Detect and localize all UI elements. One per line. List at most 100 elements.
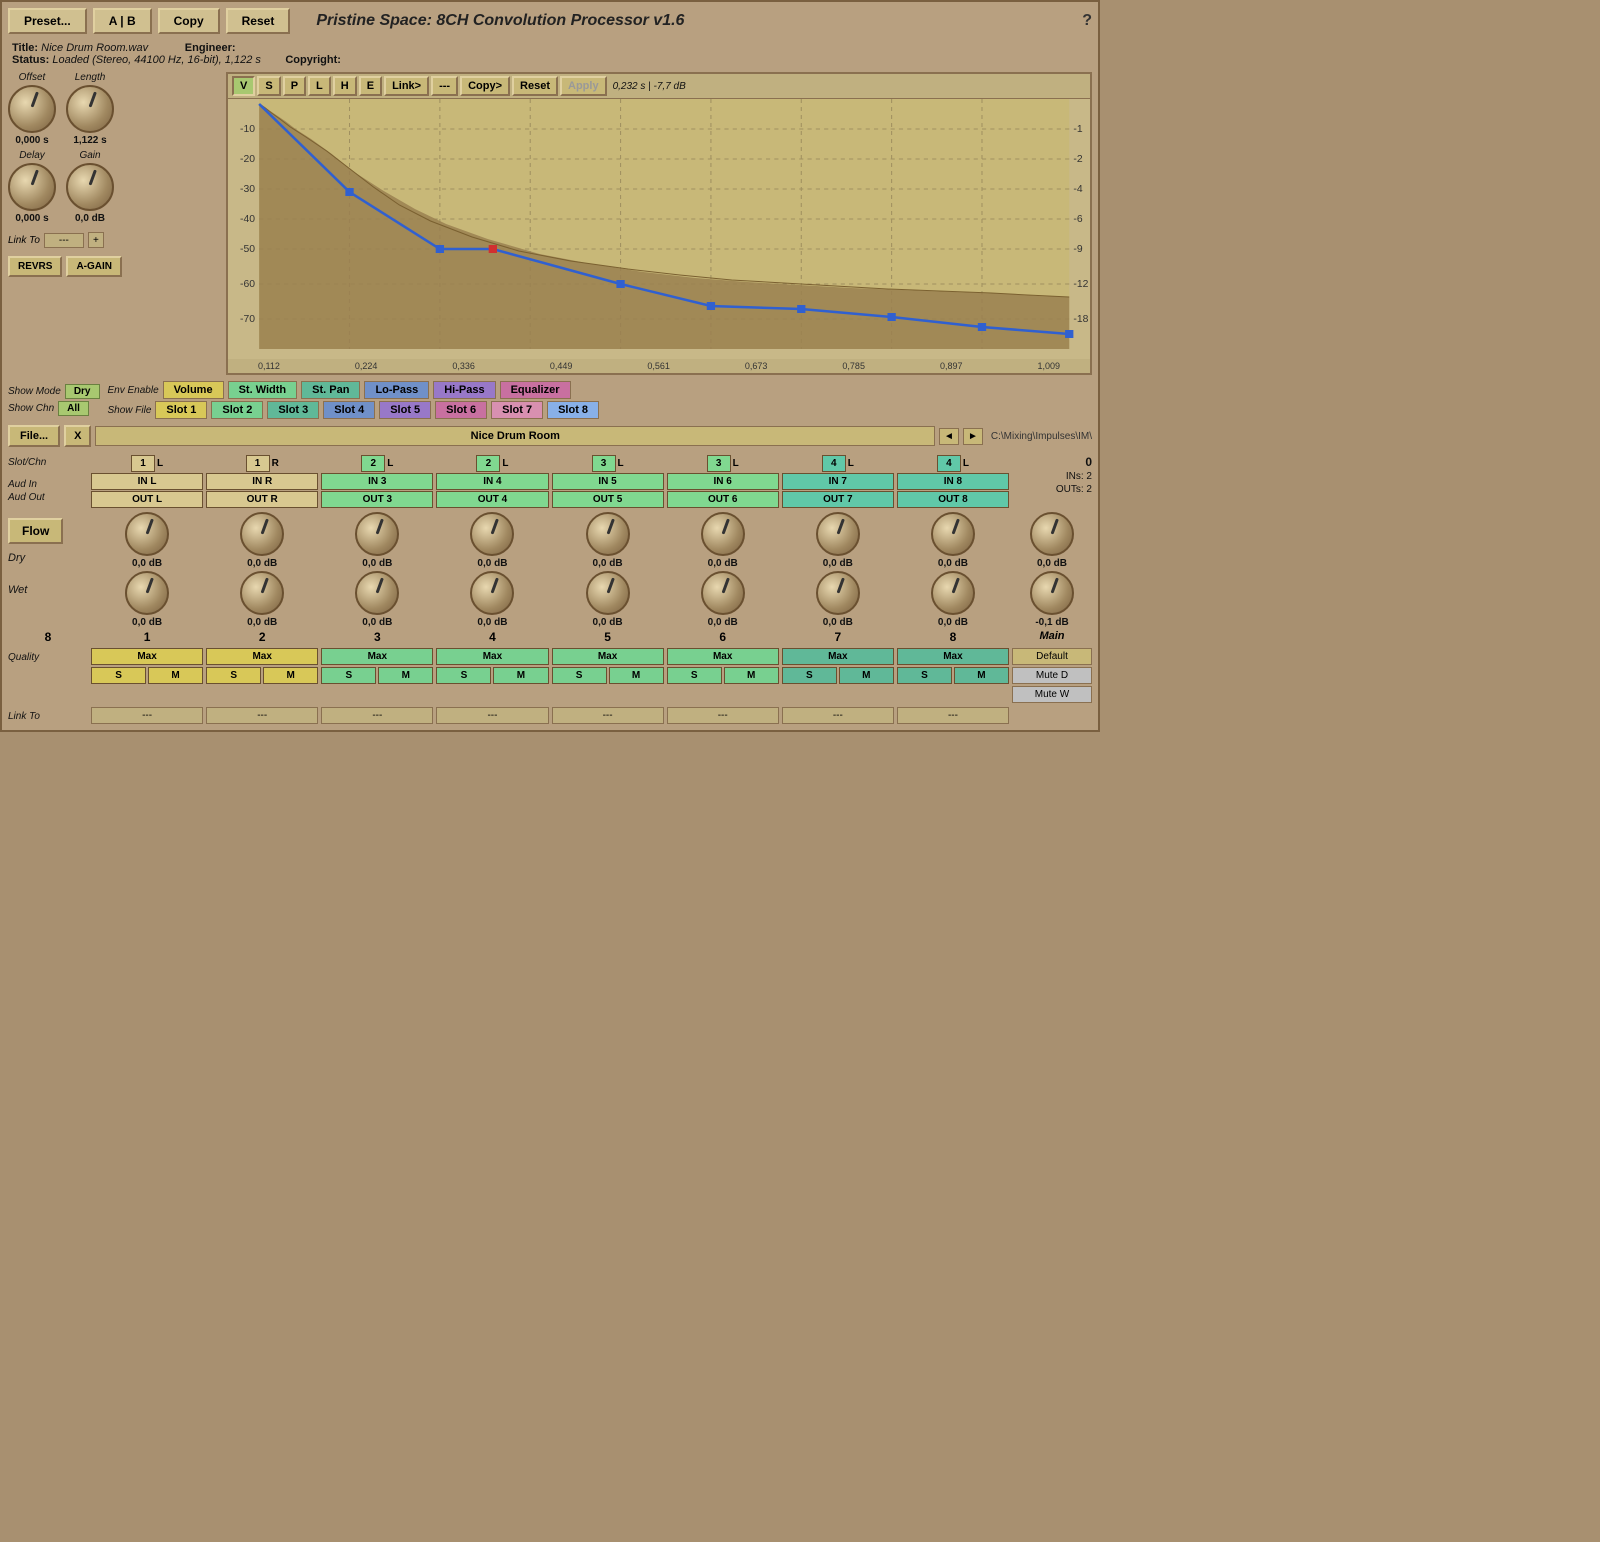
next-button[interactable]: ► — [963, 428, 983, 445]
slot-3r-in[interactable]: IN 6 — [667, 473, 779, 490]
slot3-tab[interactable]: Slot 3 — [267, 401, 319, 419]
slot-3l-out[interactable]: OUT 5 — [552, 491, 664, 508]
max-btn-4[interactable]: Max — [436, 648, 548, 665]
linkto-6[interactable]: --- — [667, 707, 779, 724]
wet-knob-1-ctrl[interactable] — [125, 571, 169, 615]
stpan-tab[interactable]: St. Pan — [301, 381, 360, 399]
dry-knob-main-ctrl[interactable] — [1030, 512, 1074, 556]
dry-knob-7-ctrl[interactable] — [816, 512, 860, 556]
copy-button[interactable]: Copy — [158, 8, 220, 34]
dry-knob-6-ctrl[interactable] — [701, 512, 745, 556]
slot-2r-out[interactable]: OUT 4 — [436, 491, 548, 508]
slot-1r-out[interactable]: OUT R — [206, 491, 318, 508]
slot5-tab[interactable]: Slot 5 — [379, 401, 431, 419]
dry-knob-1-ctrl[interactable] — [125, 512, 169, 556]
dry-knob-4-ctrl[interactable] — [470, 512, 514, 556]
m-btn-1[interactable]: M — [148, 667, 203, 684]
dry-knob-3-ctrl[interactable] — [355, 512, 399, 556]
m-btn-7[interactable]: M — [839, 667, 894, 684]
copy-g-button[interactable]: Copy> — [460, 76, 510, 96]
slot-4r-out[interactable]: OUT 8 — [897, 491, 1009, 508]
v-button[interactable]: V — [232, 76, 255, 96]
max-btn-8[interactable]: Max — [897, 648, 1009, 665]
wet-knob-6-ctrl[interactable] — [701, 571, 745, 615]
preset-button[interactable]: Preset... — [8, 8, 87, 34]
lopass-tab[interactable]: Lo-Pass — [364, 381, 429, 399]
linkto-7[interactable]: --- — [782, 707, 894, 724]
linkto-5[interactable]: --- — [552, 707, 664, 724]
s-btn-3[interactable]: S — [321, 667, 376, 684]
file-button[interactable]: File... — [8, 425, 60, 447]
slot6-tab[interactable]: Slot 6 — [435, 401, 487, 419]
l-button[interactable]: L — [308, 76, 331, 96]
linkto-3[interactable]: --- — [321, 707, 433, 724]
mute-d-button[interactable]: Mute D — [1012, 667, 1092, 684]
s-btn-1[interactable]: S — [91, 667, 146, 684]
s-btn-4[interactable]: S — [436, 667, 491, 684]
stwidth-tab[interactable]: St. Width — [228, 381, 298, 399]
dash-button[interactable]: --- — [431, 76, 458, 96]
slot-3r-out[interactable]: OUT 6 — [667, 491, 779, 508]
p-button[interactable]: P — [283, 76, 306, 96]
linkto-8[interactable]: --- — [897, 707, 1009, 724]
slot-1l-num[interactable]: 1 — [131, 455, 155, 472]
slot-2l-out[interactable]: OUT 3 — [321, 491, 433, 508]
again-button[interactable]: A-GAIN — [66, 256, 122, 277]
slot8-tab[interactable]: Slot 8 — [547, 401, 599, 419]
s-btn-2[interactable]: S — [206, 667, 261, 684]
slot-4r-num[interactable]: 4 — [937, 455, 961, 472]
slot-2r-in[interactable]: IN 4 — [436, 473, 548, 490]
slot-1r-in[interactable]: IN R — [206, 473, 318, 490]
gain-knob[interactable] — [66, 163, 114, 211]
slot1-tab[interactable]: Slot 1 — [155, 401, 207, 419]
m-btn-4[interactable]: M — [493, 667, 548, 684]
slot7-tab[interactable]: Slot 7 — [491, 401, 543, 419]
hipass-tab[interactable]: Hi-Pass — [433, 381, 495, 399]
slot-2r-num[interactable]: 2 — [476, 455, 500, 472]
slot-2l-num[interactable]: 2 — [361, 455, 385, 472]
m-btn-8[interactable]: M — [954, 667, 1009, 684]
ab-button[interactable]: A | B — [93, 8, 152, 34]
slot-4l-num[interactable]: 4 — [822, 455, 846, 472]
max-btn-6[interactable]: Max — [667, 648, 779, 665]
flow-button[interactable]: Flow — [8, 518, 63, 544]
max-btn-5[interactable]: Max — [552, 648, 664, 665]
max-btn-2[interactable]: Max — [206, 648, 318, 665]
reset-button[interactable]: Reset — [226, 8, 291, 34]
slot-2l-in[interactable]: IN 3 — [321, 473, 433, 490]
linkto-4[interactable]: --- — [436, 707, 548, 724]
dry-knob-5-ctrl[interactable] — [586, 512, 630, 556]
slot-3l-num[interactable]: 3 — [592, 455, 616, 472]
wet-knob-3-ctrl[interactable] — [355, 571, 399, 615]
linkto-2[interactable]: --- — [206, 707, 318, 724]
length-knob[interactable] — [66, 85, 114, 133]
slot-4l-out[interactable]: OUT 7 — [782, 491, 894, 508]
s-btn-5[interactable]: S — [552, 667, 607, 684]
max-btn-1[interactable]: Max — [91, 648, 203, 665]
show-mode-value[interactable]: Dry — [65, 384, 100, 399]
m-btn-2[interactable]: M — [263, 667, 318, 684]
link-button[interactable]: Link> — [384, 76, 429, 96]
offset-knob[interactable] — [8, 85, 56, 133]
graph-area[interactable]: -10 -20 -30 -40 -50 -60 -70 -1 -2 -4 -6 … — [228, 99, 1090, 359]
slot-3l-in[interactable]: IN 5 — [552, 473, 664, 490]
wet-knob-4-ctrl[interactable] — [470, 571, 514, 615]
revrs-button[interactable]: REVRS — [8, 256, 62, 277]
slot-1l-in[interactable]: IN L — [91, 473, 203, 490]
prev-button[interactable]: ◄ — [939, 428, 959, 445]
m-btn-6[interactable]: M — [724, 667, 779, 684]
slot2-tab[interactable]: Slot 2 — [211, 401, 263, 419]
m-btn-3[interactable]: M — [378, 667, 433, 684]
delay-knob[interactable] — [8, 163, 56, 211]
plus-button[interactable]: + — [88, 232, 104, 248]
s-button[interactable]: S — [257, 76, 280, 96]
link-to-dropdown[interactable]: --- — [44, 233, 84, 248]
wet-knob-2-ctrl[interactable] — [240, 571, 284, 615]
dry-knob-2-ctrl[interactable] — [240, 512, 284, 556]
wet-knob-7-ctrl[interactable] — [816, 571, 860, 615]
slot-1l-out[interactable]: OUT L — [91, 491, 203, 508]
m-btn-5[interactable]: M — [609, 667, 664, 684]
help-icon[interactable]: ? — [1082, 12, 1092, 30]
mute-w-button[interactable]: Mute W — [1012, 686, 1092, 703]
file-x-button[interactable]: X — [64, 425, 91, 447]
